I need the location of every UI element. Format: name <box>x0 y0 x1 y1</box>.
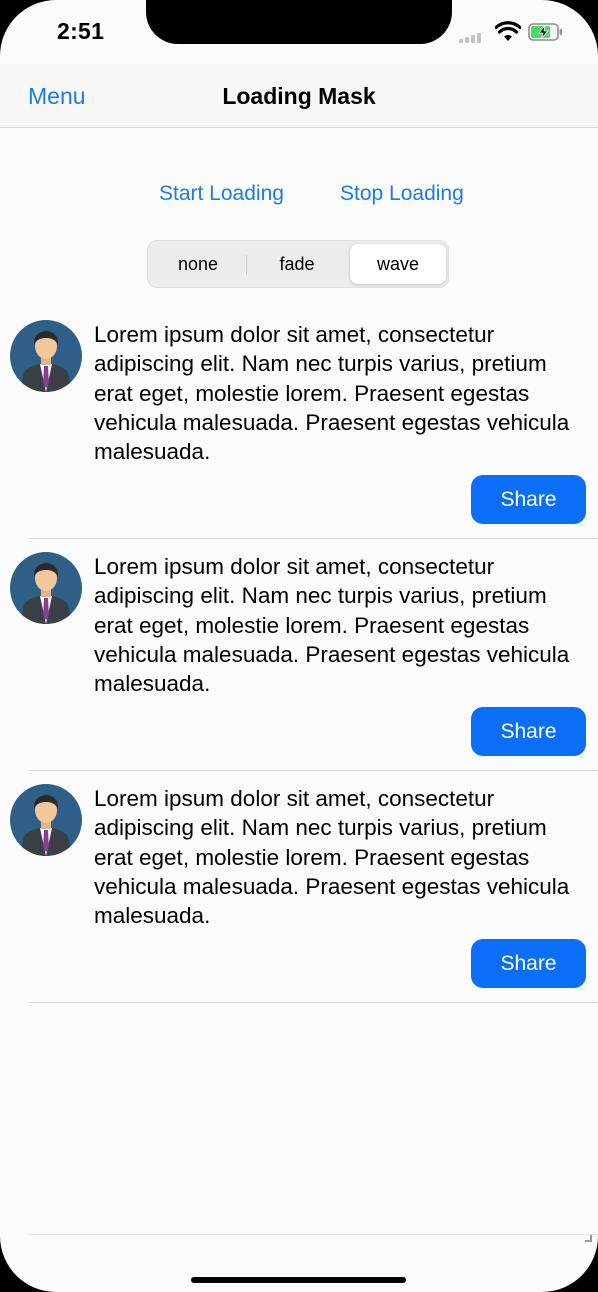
start-loading-button[interactable]: Start Loading <box>159 182 284 206</box>
list-item: Lorem ipsum dolor sit amet, consectetur … <box>0 320 598 552</box>
wifi-icon <box>495 21 521 41</box>
home-indicator[interactable] <box>191 1277 406 1283</box>
device-notch <box>146 0 452 44</box>
item-text: Lorem ipsum dolor sit amet, consectetur … <box>94 786 570 929</box>
item-text: Lorem ipsum dolor sit amet, consectetur … <box>94 554 570 697</box>
navigation-bar: Loading Mask Menu <box>0 64 598 128</box>
status-bar: 2:51 <box>0 0 598 64</box>
menu-button[interactable]: Menu <box>28 83 86 110</box>
item-text: Lorem ipsum dolor sit amet, consectetur … <box>94 322 570 465</box>
share-button[interactable]: Share <box>471 475 586 524</box>
page-title: Loading Mask <box>222 83 376 109</box>
cellular-signal-icon <box>459 33 485 43</box>
share-button[interactable]: Share <box>471 707 586 756</box>
row-separator <box>28 770 598 771</box>
battery-charging-icon <box>528 23 562 41</box>
user-avatar-icon <box>10 552 82 624</box>
segment-divider <box>246 255 247 275</box>
user-avatar-icon <box>10 320 82 392</box>
segment-fade[interactable]: fade <box>249 244 345 284</box>
user-avatar-icon <box>10 784 82 856</box>
status-time: 2:51 <box>57 18 105 44</box>
scroll-indicator-icon <box>585 1235 592 1242</box>
segment-wave[interactable]: wave <box>350 244 446 284</box>
stop-loading-button[interactable]: Stop Loading <box>340 182 464 206</box>
mask-style-segmented-control: none fade wave <box>147 240 449 288</box>
segment-none[interactable]: none <box>150 244 246 284</box>
phone-screen: 2:51 Loading Mask Menu Start Loading Sto… <box>0 0 598 1292</box>
list-item: Lorem ipsum dolor sit amet, consectetur … <box>0 784 598 1016</box>
row-separator <box>28 538 598 539</box>
share-button[interactable]: Share <box>471 939 586 988</box>
bottom-divider <box>28 1234 598 1235</box>
row-separator <box>28 1002 598 1003</box>
list-item: Lorem ipsum dolor sit amet, consectetur … <box>0 552 598 784</box>
